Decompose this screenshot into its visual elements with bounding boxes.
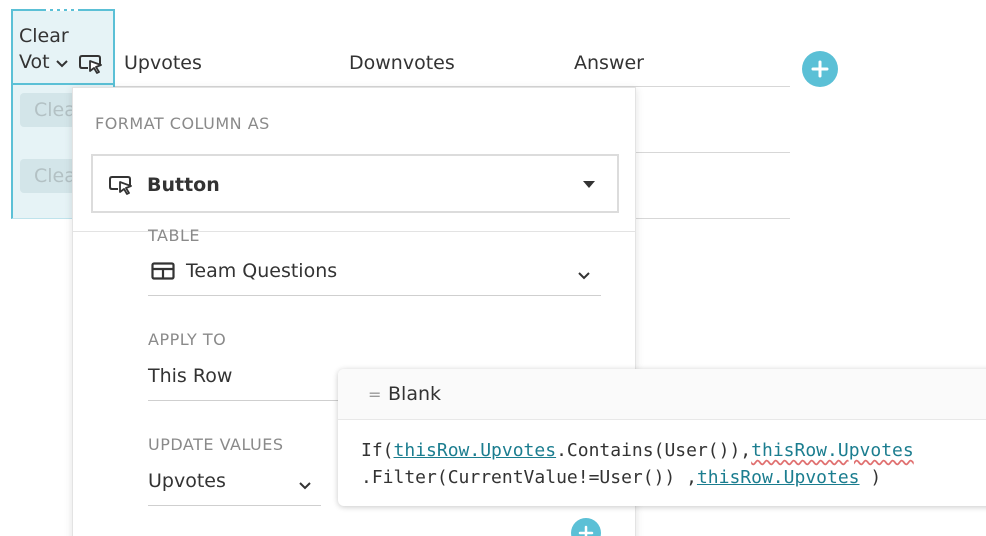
caret-down-icon	[583, 181, 595, 188]
update-values-underline	[148, 505, 321, 506]
table-grid-icon	[151, 262, 175, 280]
formula-token: .Contains(User()),	[556, 440, 752, 461]
format-type-select[interactable]: Button	[91, 154, 619, 213]
column-header-answer[interactable]: Answer	[574, 52, 644, 74]
formula-result-value: Blank	[388, 383, 442, 405]
column-title-line1: Clear	[19, 25, 69, 47]
apply-to-value[interactable]: This Row	[148, 365, 232, 387]
column-drag-handle[interactable]	[46, 7, 78, 11]
format-type-value: Button	[147, 174, 220, 196]
column-title-line2: Vot	[19, 51, 50, 73]
table-select-value[interactable]: Team Questions	[186, 260, 337, 282]
column-header-clear-votes[interactable]: Clear Vot	[11, 7, 115, 85]
table-field-underline	[148, 295, 601, 296]
formula-token: .Filter(CurrentValue!=User()) ,	[361, 467, 697, 488]
cursor-click-icon	[109, 176, 132, 195]
formula-editor[interactable]: = Blank If(thisRow.Upvotes.Contains(User…	[338, 369, 986, 506]
format-column-title: FORMAT COLUMN AS	[95, 114, 270, 133]
update-values-select[interactable]: Upvotes	[148, 470, 226, 492]
equals-sign: =	[368, 385, 382, 404]
apply-to-label: APPLY TO	[148, 330, 227, 349]
column-header-downvotes[interactable]: Downvotes	[349, 52, 455, 74]
cursor-click-icon	[79, 55, 102, 74]
formula-token: If(	[361, 440, 394, 461]
update-values-label: UPDATE VALUES	[148, 435, 284, 454]
add-value-button[interactable]	[571, 518, 601, 536]
plus-icon	[811, 60, 829, 78]
chevron-down-icon[interactable]	[577, 269, 591, 283]
chevron-down-icon[interactable]	[55, 57, 69, 71]
column-reference[interactable]: thisRow.Upvotes	[394, 440, 557, 461]
chevron-down-icon[interactable]	[298, 479, 312, 493]
add-column-button[interactable]	[802, 51, 838, 87]
formula-token: )	[859, 467, 882, 488]
formula-code[interactable]: If(thisRow.Upvotes.Contains(User()),this…	[361, 437, 914, 491]
column-header-upvotes[interactable]: Upvotes	[124, 52, 202, 74]
plus-icon	[578, 525, 594, 536]
column-reference[interactable]: thisRow.Upvotes	[697, 467, 860, 488]
formula-result-bar: = Blank	[338, 369, 986, 420]
apply-to-underline	[148, 400, 340, 401]
column-reference[interactable]: thisRow.Upvotes	[751, 440, 914, 461]
table-label: TABLE	[148, 226, 200, 245]
